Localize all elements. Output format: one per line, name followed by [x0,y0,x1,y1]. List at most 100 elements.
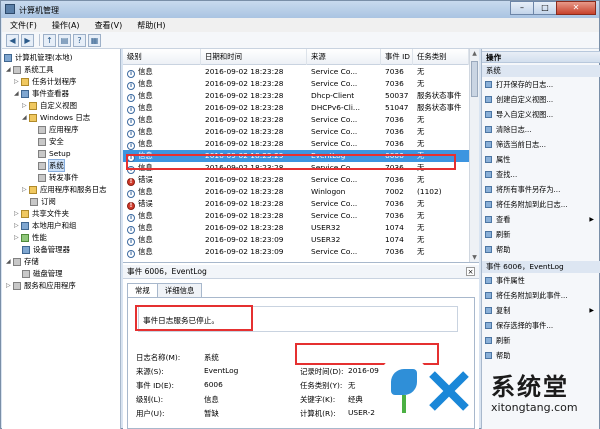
tree-windows-logs[interactable]: ◢ Windows 日志 [22,112,90,123]
event-row[interactable]: i 信息 2016-09-02 18:23:29 EventLog 6006 无 [123,150,469,162]
menu-action[interactable]: 操作(A) [44,18,87,32]
tree-log-forwarded[interactable]: 转发事件 [38,172,79,183]
event-row[interactable]: i 信息 2016-09-02 18:23:28 Service Co... 7036 无 [123,66,469,78]
event-row[interactable]: ! 错误 2016-09-02 18:23:28 Service Co... 7036 无 [123,198,469,210]
scroll-up-icon[interactable]: ▲ [470,49,479,59]
maximize-button[interactable]: □ [533,1,557,15]
event-row[interactable]: i 信息 2016-09-02 18:23:28 DHCPv6-Cli... 51047… [123,102,469,114]
tab-details[interactable]: 详细信息 [156,283,203,297]
tree-log-system[interactable]: 系统 [38,159,65,172]
tree-log-application[interactable]: 应用程序 [38,124,79,135]
action-item[interactable]: 清除日志... [482,124,600,135]
scroll-down-icon[interactable]: ▼ [470,253,479,262]
tree-services-apps[interactable]: ▷ 服务和应用程序 [6,280,76,291]
menu-view[interactable]: 查看(V) [87,18,130,32]
event-row[interactable]: i 信息 2016-09-02 18:23:28 USER32 1074 无 [123,222,469,234]
tree-app-service-logs[interactable]: ▷ 应用程序和服务日志 [22,184,107,195]
tree-system-tools[interactable]: ◢ 系统工具 [6,64,54,75]
action-label: 创建自定义视图... [496,95,554,104]
tree-custom-views[interactable]: ▷ 自定义视图 [22,100,77,111]
action-item[interactable]: 将所有事件另存为... [482,184,600,195]
expand-arrow-icon[interactable]: ◢ [6,66,13,73]
tree-local-users[interactable]: ▷ 本地用户和组 [14,220,76,231]
column-task-category[interactable]: 任务类别 [413,49,469,65]
tree-subscriptions[interactable]: 订阅 [30,196,56,207]
properties-button[interactable]: ▤ [58,33,71,47]
event-list-scrollbar[interactable]: ▲ ▼ [469,49,479,262]
help-button[interactable]: ? [73,33,86,47]
event-row[interactable]: i 信息 2016-09-02 18:23:28 Service Co... 7036 无 [123,126,469,138]
tree-device-manager[interactable]: 设备管理器 [22,244,70,255]
tree-task-scheduler[interactable]: ▷ 任务计划程序 [14,76,76,87]
tree-disk-management[interactable]: 磁盘管理 [22,268,63,279]
action-item[interactable]: 帮助 [482,244,600,255]
column-level[interactable]: 级别 [123,49,201,65]
event-row[interactable]: i 信息 2016-09-02 18:23:09 Service Co... 7036 无 [123,246,469,258]
action-item[interactable]: 属性 [482,154,600,165]
actions-section-system[interactable]: 系统 [482,65,600,77]
tree-shared-folders[interactable]: ▷ 共享文件夹 [14,208,69,219]
expand-arrow-icon[interactable]: ◢ [14,90,21,97]
column-datetime[interactable]: 日期和时间 [201,49,307,65]
action-item[interactable]: 刷新 [482,335,600,346]
event-row[interactable]: ! 错误 2016-09-02 18:23:28 Service Co... 7036 无 [123,174,469,186]
action-item[interactable]: 创建自定义视图... [482,94,600,105]
forward-button[interactable]: ▶ [21,33,34,47]
show-pane-button[interactable]: ▦ [88,33,101,47]
action-item[interactable]: 将任务附加到此事件... [482,290,600,301]
collapse-arrow-icon[interactable]: ▷ [6,282,13,289]
close-detail-icon[interactable]: × [466,267,475,276]
collapse-arrow-icon[interactable]: ▷ [14,234,21,241]
collapse-arrow-icon[interactable]: ▷ [14,78,21,85]
minimize-button[interactable]: – [510,1,534,15]
actions-section-event[interactable]: 事件 6006，EventLog [482,261,600,273]
event-row[interactable]: i 信息 2016-09-02 18:23:28 Service Co... 7036 无 [123,162,469,174]
tree-event-viewer[interactable]: ◢ 事件查看器 [14,88,69,99]
action-item[interactable]: 打开保存的日志... [482,79,600,90]
column-event-id[interactable]: 事件 ID [381,49,413,65]
cell-source: DHCPv6-Cli... [307,102,381,114]
event-row[interactable]: i 信息 2016-09-02 18:23:28 Service Co... 7036 无 [123,114,469,126]
event-row[interactable]: i 信息 2016-09-02 18:23:28 Service Co... 7036 无 [123,78,469,90]
action-item[interactable]: 查找... [482,169,600,180]
action-item[interactable]: 查看 ▶ [482,214,600,225]
action-item[interactable]: 筛选当前日志... [482,139,600,150]
collapse-arrow-icon[interactable]: ▷ [22,102,29,109]
tree-log-setup[interactable]: Setup [38,148,71,159]
expand-arrow-icon[interactable]: ◢ [6,258,13,265]
tab-general[interactable]: 常规 [127,283,158,298]
menu-file[interactable]: 文件(F) [2,18,44,32]
tree-log-security[interactable]: 安全 [38,136,64,147]
event-row[interactable]: i 信息 2016-09-02 18:23:28 Service Co... 7036 无 [123,210,469,222]
cell-level: i 信息 [123,246,201,258]
event-row[interactable]: i 信息 2016-09-02 18:23:28 Dhcp-Client 50037 服务… [123,90,469,102]
event-row[interactable]: i 信息 2016-09-02 18:23:09 USER32 1074 无 [123,234,469,246]
collapse-arrow-icon[interactable]: ▷ [22,186,29,193]
computer-management-icon [5,4,15,14]
action-item[interactable]: 复制 ▶ [482,305,600,316]
collapse-arrow-icon[interactable]: ▷ [14,222,21,229]
collapse-arrow-icon[interactable]: ▷ [14,210,21,217]
menu-help[interactable]: 帮助(H) [129,18,172,32]
action-item[interactable]: 事件属性 [482,275,600,286]
close-button[interactable]: ✕ [556,1,596,15]
event-row[interactable]: i 信息 2016-09-02 18:23:28 Service Co... 7036 无 [123,138,469,150]
scrollbar-thumb[interactable] [471,61,478,97]
tree-root[interactable]: 计算机管理(本地) [4,52,73,63]
expand-arrow-icon[interactable]: ◢ [22,114,29,121]
column-source[interactable]: 来源 [307,49,381,65]
action-icon [485,141,492,148]
action-item[interactable]: 导入自定义视图... [482,109,600,120]
title-bar[interactable]: 计算机管理 – □ ✕ [1,1,599,18]
up-level-button[interactable]: ↑ [43,33,56,47]
tree-performance[interactable]: ▷ 性能 [14,232,47,243]
cell-text: EventLog [311,151,346,160]
window-title: 计算机管理 [19,6,59,15]
tree-storage[interactable]: ◢ 存储 [6,256,39,267]
action-item[interactable]: 将任务附加到此日志... [482,199,600,210]
event-row[interactable]: i 信息 2016-09-02 18:23:28 Winlogon 7002 (1102) [123,186,469,198]
action-label: 将所有事件另存为... [496,185,561,194]
action-item[interactable]: 刷新 [482,229,600,240]
back-button[interactable]: ◀ [6,33,19,47]
action-item[interactable]: 保存选择的事件... [482,320,600,331]
